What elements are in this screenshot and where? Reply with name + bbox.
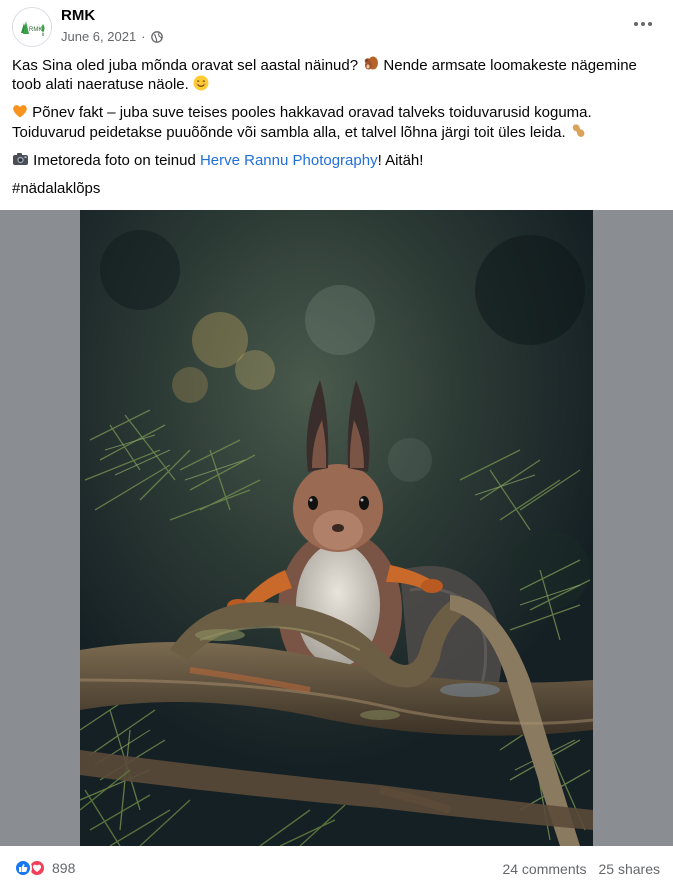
globe-icon — [150, 30, 163, 43]
reaction-count[interactable]: 898 — [52, 860, 75, 876]
paragraph-text: Kas Sina oled juba mõnda oravat sel aast… — [12, 57, 363, 74]
post-date[interactable]: June 6, 2021 — [61, 29, 136, 44]
paragraph-text: Imetoreda foto on teinud — [29, 152, 200, 169]
reactions-summary[interactable]: 898 — [14, 859, 75, 877]
post-header: RMK RMK June 6, 2021 · — [0, 0, 673, 52]
page-avatar[interactable]: RMK — [12, 7, 52, 47]
orange-heart-emoji-icon — [13, 105, 27, 118]
post-meta: June 6, 2021 · — [61, 29, 163, 44]
more-dots-icon — [634, 22, 652, 26]
post-paragraph-2: Põnev fakt – juba suve teises pooles hak… — [12, 103, 662, 142]
squirrel-photo[interactable] — [80, 210, 593, 846]
smiling-face-emoji-icon — [193, 75, 209, 91]
camera-emoji-icon — [13, 153, 28, 165]
paragraph-text: ! Aitäh! — [377, 152, 424, 169]
engagement-stats: 24 comments 25 shares — [502, 861, 660, 877]
photographer-link[interactable]: Herve Rannu Photography — [200, 152, 378, 169]
page-name[interactable]: RMK — [61, 7, 95, 24]
post-paragraph-3: Imetoreda foto on teinud Herve Rannu Pho… — [12, 151, 662, 170]
squirrel-photo-image — [80, 210, 593, 846]
post-footer: 898 24 comments 25 shares — [0, 846, 673, 880]
hashtag-link[interactable]: #nädalaklõps — [12, 180, 100, 197]
svg-text:RMK: RMK — [29, 27, 42, 33]
photo-area[interactable] — [0, 210, 673, 846]
squirrel-emoji-icon — [364, 56, 379, 70]
post-paragraph-4: #nädalaklõps — [12, 179, 662, 198]
comments-count[interactable]: 24 comments — [502, 861, 586, 877]
post-paragraph-1: Kas Sina oled juba mõnda oravat sel aast… — [12, 55, 662, 94]
like-reaction-icon — [14, 859, 32, 877]
rmk-logo-icon: RMK — [13, 8, 51, 46]
shares-count[interactable]: 25 shares — [599, 861, 660, 877]
peanut-emoji-icon — [572, 124, 585, 137]
post-text: Kas Sina oled juba mõnda oravat sel aast… — [12, 55, 662, 207]
paragraph-text: Põnev fakt – juba suve teises pooles hak… — [12, 104, 592, 141]
more-options-button[interactable] — [627, 10, 659, 38]
meta-separator: · — [141, 29, 146, 44]
